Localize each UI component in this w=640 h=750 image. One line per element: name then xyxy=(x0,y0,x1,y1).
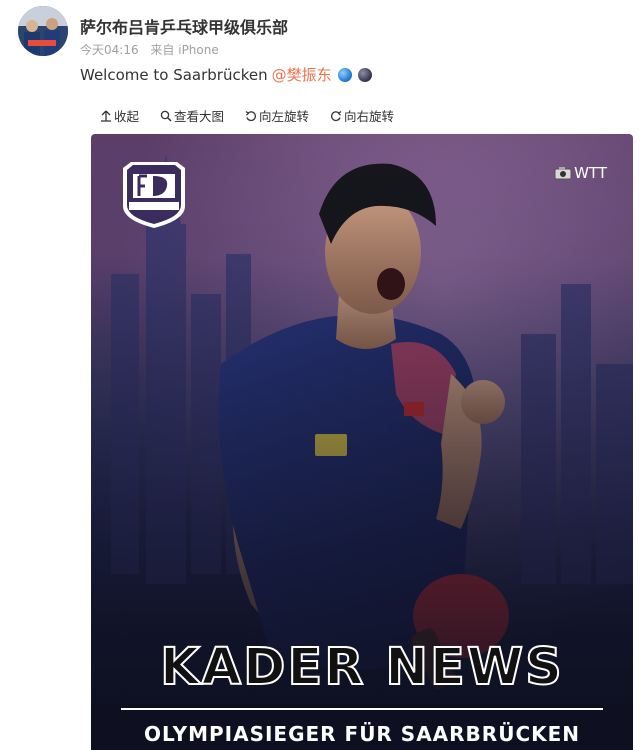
blue-globe-emoji-icon xyxy=(337,67,352,82)
rotate-right-label: 向右旋转 xyxy=(344,109,395,124)
rotate-right-button[interactable]: 向右旋转 xyxy=(330,106,394,125)
photo-credit: WTT xyxy=(554,164,607,182)
dark-ball-emoji-icon xyxy=(357,67,372,82)
collapse-arrow-icon xyxy=(101,110,111,122)
post-time[interactable]: 今天04:16 xyxy=(80,43,139,57)
image-title: KADER NEWS xyxy=(159,638,564,697)
camera-icon xyxy=(554,167,572,180)
post-source: 来自 iPhone xyxy=(150,43,219,57)
magnifier-icon xyxy=(160,110,172,122)
image-toolbar: 收起 查看大图 向左旋转 向右旋转 xyxy=(100,106,415,125)
view-large-button[interactable]: 查看大图 xyxy=(160,106,224,125)
collapse-button[interactable]: 收起 xyxy=(100,106,139,125)
image-subtitle: OLYMPIASIEGER FÜR SAARBRÜCKEN xyxy=(143,722,581,746)
post-image[interactable]: WTT KADER NEWS OLYMPIASIEGER FÜR SAARBRÜ… xyxy=(91,134,633,750)
post-text: Welcome to Saarbrücken @樊振东 xyxy=(80,64,372,85)
image-divider xyxy=(121,708,603,710)
author-name[interactable]: 萨尔布吕肯乒乓球甲级俱乐部 xyxy=(80,14,288,38)
avatar[interactable] xyxy=(18,6,68,56)
rotate-left-button[interactable]: 向左旋转 xyxy=(245,106,309,125)
collapse-label: 收起 xyxy=(114,109,140,124)
view-large-label: 查看大图 xyxy=(174,109,225,124)
mention-link[interactable]: @樊振东 xyxy=(272,64,332,85)
post-meta: 今天04:16 来自 iPhone xyxy=(80,41,219,58)
post-text-body: Welcome to Saarbrücken xyxy=(80,65,268,84)
rotate-left-label: 向左旋转 xyxy=(259,109,310,124)
rotate-left-icon xyxy=(245,110,257,121)
photo-credit-text: WTT xyxy=(574,164,607,182)
rotate-right-icon xyxy=(331,110,342,121)
